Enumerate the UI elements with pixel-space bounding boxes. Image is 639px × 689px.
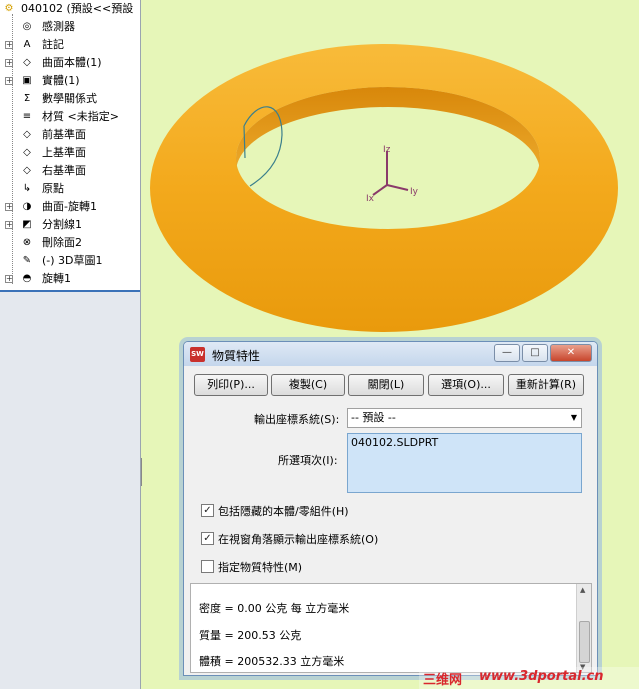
checkbox-box[interactable]	[201, 560, 214, 573]
tree-item-label: 分割線1	[42, 218, 82, 231]
tree-item-label: 曲面本體(1)	[42, 56, 102, 69]
density-value: 密度 = 0.00 公克 每 立方毫米	[199, 602, 350, 615]
surface-body-icon: ◇	[23, 57, 31, 68]
tree-item-label: 實體(1)	[42, 74, 80, 87]
plane-icon: ◇	[23, 165, 31, 176]
annotation-icon: A	[23, 39, 31, 50]
options-button[interactable]: 選項(O)...	[428, 374, 504, 396]
surface-revolve-icon: ◑	[22, 201, 32, 212]
watermark-url: www.3dportal.cn	[479, 669, 604, 684]
sensor-icon: ◎	[22, 21, 32, 32]
tree-item-label: 原點	[42, 182, 64, 195]
expand-icon[interactable]: +	[5, 41, 13, 49]
close-window-button[interactable]: ✕	[550, 344, 592, 362]
checkbox-box[interactable]: ✓	[201, 504, 214, 517]
solidworks-app-icon: SW	[190, 347, 205, 362]
solid-body-icon: ▣	[22, 75, 32, 86]
part-icon: ⚙	[4, 3, 14, 14]
expand-icon[interactable]: +	[5, 59, 13, 67]
tree-item-label: 右基準面	[42, 164, 86, 177]
maximize-button[interactable]: □	[522, 344, 548, 362]
dialog-title: 物質特性	[212, 349, 261, 363]
tree-item-label: 曲面-旋轉1	[42, 200, 97, 213]
tree-item-label: 數學關係式	[42, 92, 97, 105]
tree-item-label: 旋轉1	[42, 272, 71, 285]
expand-icon[interactable]: +	[5, 221, 13, 229]
print-button[interactable]: 列印(P)...	[194, 374, 268, 396]
close-button[interactable]: 關閉(L)	[348, 374, 424, 396]
coord-system-value: -- 預設 --	[351, 411, 396, 424]
selected-item[interactable]: 040102.SLDPRT	[351, 436, 438, 449]
tree-item-label: 上基準面	[42, 146, 86, 159]
revolve-icon: ◓	[22, 273, 32, 284]
tree-item-label: (-) 3D草圖1	[42, 254, 103, 267]
watermark-text-cn: 三维网	[423, 673, 463, 688]
feature-manager-tree: ⚙ 040102 (預設<<預設 ◎ 感測器 + A 註記 + ◇ 曲面本體(1) + ▣ 實體(1…	[0, 0, 141, 689]
scrollbar-thumb[interactable]	[579, 621, 590, 663]
split-line-icon: ◩	[22, 219, 32, 230]
minimize-button[interactable]: —	[494, 344, 520, 362]
tree-root-label: 040102 (預設<<預設	[21, 2, 134, 15]
copy-button[interactable]: 複製(C)	[271, 374, 345, 396]
plane-icon: ◇	[23, 129, 31, 140]
coord-system-label: 輸出座標系統(S):	[254, 413, 340, 426]
recalculate-button[interactable]: 重新計算(R)	[508, 374, 584, 396]
checkbox-label: 指定物質特性(M)	[218, 561, 303, 574]
coord-system-select[interactable]: -- 預設 -- ▼	[347, 408, 582, 428]
checkbox-label: 包括隱藏的本體/零組件(H)	[218, 505, 349, 518]
results-text-area[interactable]: 密度 = 0.00 公克 每 立方毫米 質量 = 200.53 公克 體積 = …	[190, 583, 592, 673]
site-watermark: 三维网 www.3dportal.cn	[419, 667, 639, 689]
scroll-up-icon[interactable]: ▲	[580, 586, 585, 594]
tree-item-label: 註記	[42, 38, 64, 51]
chevron-down-icon: ▼	[570, 413, 577, 422]
axis-label-y: Iy	[410, 187, 419, 197]
tree-item-label: 材質 <未指定>	[42, 110, 119, 123]
expand-icon[interactable]: +	[5, 77, 13, 85]
volume-value: 體積 = 200532.33 立方毫米	[199, 655, 345, 668]
selected-items-label: 所選項次(I):	[278, 454, 338, 467]
plane-icon: ◇	[23, 147, 31, 158]
origin-icon: ↳	[22, 183, 32, 194]
equation-icon: Σ	[23, 93, 31, 104]
material-icon: ≡	[22, 111, 32, 122]
axis-label-x: Ix	[366, 194, 375, 204]
axis-label-z: Iz	[383, 145, 391, 155]
delete-face-icon: ⊗	[22, 237, 32, 248]
tree-item-label: 前基準面	[42, 128, 86, 141]
tree-item-label: 感測器	[42, 20, 75, 33]
dialog-title-bar[interactable]: SW 物質特性 — □ ✕	[184, 342, 597, 366]
results-scrollbar[interactable]: ▲ ▼	[576, 584, 591, 672]
tree-connector-line	[12, 14, 13, 284]
expand-icon[interactable]: +	[5, 203, 13, 211]
expand-icon[interactable]: +	[5, 275, 13, 283]
tree-item-label: 刪除面2	[42, 236, 82, 249]
3d-sketch-icon: ✎	[22, 255, 32, 266]
mass-properties-dialog: SW 物質特性 — □ ✕ 列印(P)... 複製(C) 關閉(L) 選項(O)…	[183, 341, 598, 676]
mass-value: 質量 = 200.53 公克	[199, 629, 302, 642]
selected-items-list[interactable]: 040102.SLDPRT	[347, 433, 582, 493]
checkbox-label: 在視窗角落顯示輸出座標系統(O)	[218, 533, 379, 546]
checkbox-box[interactable]: ✓	[201, 532, 214, 545]
tree-empty-area	[0, 290, 140, 689]
